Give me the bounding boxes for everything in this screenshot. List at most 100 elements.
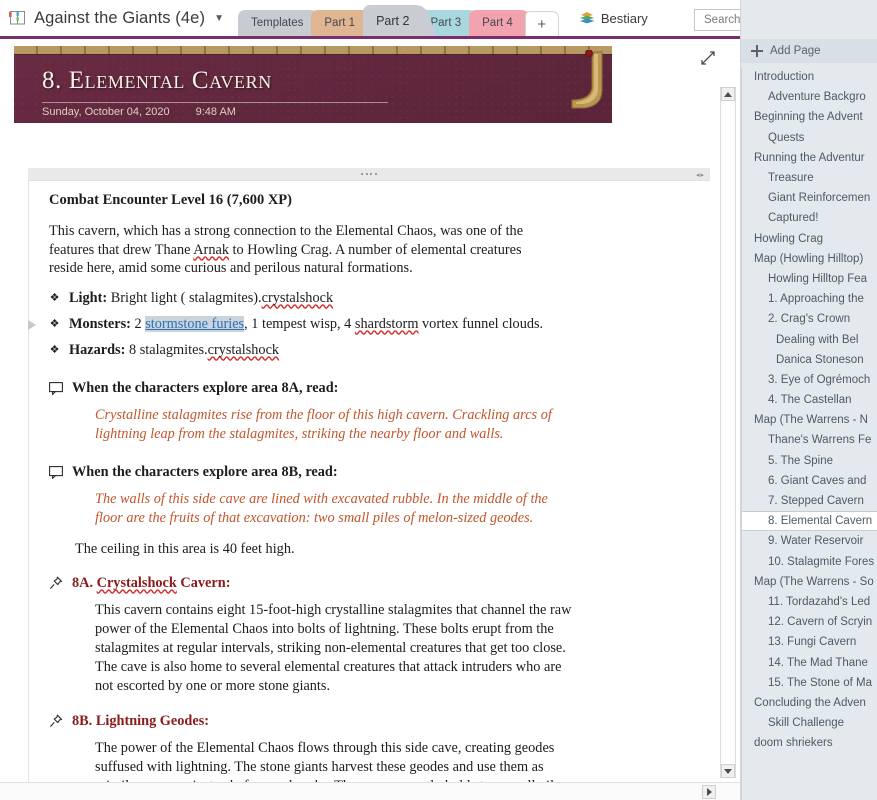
page-timestamp: Sunday, October 04, 2020 9:48 AM xyxy=(42,106,236,118)
bullet-text-c: vortex funnel clouds. xyxy=(418,315,544,332)
section-tab-part-4[interactable]: Part 4 xyxy=(469,10,526,36)
add-page-label: Add Page xyxy=(770,45,821,57)
banner-gold-border xyxy=(14,46,612,55)
grip-dots-icon xyxy=(361,173,377,175)
page-list-item[interactable]: doom shriekers xyxy=(742,733,877,753)
page-list-item[interactable]: Adventure Backgro xyxy=(742,87,877,107)
page-list-item[interactable]: Danica Stoneson xyxy=(742,350,877,370)
gold-hook-ornament-icon xyxy=(564,49,606,116)
page-list-item[interactable]: 11. Tordazahd's Led xyxy=(742,592,877,612)
page-list-item-selected[interactable]: 8. Elemental Cavern xyxy=(742,511,877,532)
scroll-down-button[interactable] xyxy=(721,764,735,778)
page-list-item[interactable]: Map (The Warrens - N xyxy=(742,410,877,430)
diamond-bullet-icon: ❖ xyxy=(49,291,60,304)
section-tab-templates[interactable]: Templates xyxy=(237,10,317,36)
read-aloud-heading-row: When the characters explore area 8A, rea… xyxy=(49,380,710,397)
section-tab-part-2[interactable]: Part 2 xyxy=(363,5,423,36)
page-horizontal-scrollbar[interactable] xyxy=(0,782,740,800)
page-list-item[interactable]: Beginning the Advent xyxy=(742,107,877,127)
page-list-item[interactable]: 15. The Stone of Ma xyxy=(742,673,877,693)
page-list-item[interactable]: Skill Challenge xyxy=(742,713,877,733)
outline-body: Combat Encounter Level 16 (7,600 XP) Thi… xyxy=(28,181,710,800)
page-list-item[interactable]: Map (The Warrens - So xyxy=(742,572,877,592)
outline-resize-arrows-icon[interactable]: ◂▸ xyxy=(696,171,705,179)
read-aloud-body: The walls of this side cave are lined wi… xyxy=(95,490,548,526)
section-tab-label: Part 3 xyxy=(430,17,462,29)
page-list-item[interactable]: 5. The Spine xyxy=(742,451,877,471)
expand-diagonal-icon[interactable] xyxy=(700,50,716,66)
page-list-item[interactable]: 2. Crag's Crown xyxy=(742,309,877,329)
page-list-item[interactable]: Giant Reinforcemen xyxy=(742,188,877,208)
page-list-item[interactable]: 12. Cavern of Scryin xyxy=(742,612,877,632)
bullet-text: Light: Bright light ( stalagmites).cryst… xyxy=(69,289,333,308)
page-title: 8. Elemental Cavern xyxy=(42,67,272,94)
section-tab-label: Part 2 xyxy=(376,13,410,28)
page-list-item-label: Running the Adventur xyxy=(754,151,865,164)
page-list-item[interactable]: 10. Stalagmite Fores xyxy=(742,552,877,572)
collapse-triangle-icon[interactable] xyxy=(28,319,36,330)
page-list-item[interactable]: Captured! xyxy=(742,208,877,228)
plus-icon xyxy=(751,45,763,57)
page-list-item[interactable]: 7. Stepped Cavern xyxy=(742,491,877,511)
page-list: Introduction Adventure Backgro Beginning t… xyxy=(741,67,877,800)
scroll-right-button[interactable] xyxy=(702,785,716,799)
page-list-item-label: doom shriekers xyxy=(754,737,833,750)
misspelled-word: crystalshock xyxy=(261,289,334,306)
pushpin-icon xyxy=(49,576,63,590)
bullet-text-a: 2 xyxy=(130,315,146,332)
bullet-text-a: 8 xyxy=(125,341,140,358)
notebook-selector[interactable]: Against the Giants (4e) ▼ xyxy=(0,0,234,36)
outline-handle[interactable]: ◂▸ xyxy=(28,168,710,181)
page-list-item[interactable]: 6. Giant Caves and xyxy=(742,471,877,491)
page-list-item-label: Giant Reinforcemen xyxy=(768,192,871,205)
page-list-item-label: Map (The Warrens - N xyxy=(754,414,868,427)
bullet-label: Monsters: xyxy=(69,315,131,332)
page-list-item[interactable]: 1. Approaching the xyxy=(742,289,877,309)
page-title-banner: 8. Elemental Cavern Sunday, October 04, … xyxy=(14,46,612,123)
section-group-bestiary[interactable]: Bestiary xyxy=(565,0,660,36)
page-list-item[interactable]: Introduction xyxy=(742,67,877,87)
chevron-down-icon[interactable]: ▼ xyxy=(214,13,224,24)
add-page-button[interactable]: Add Page xyxy=(741,39,877,63)
page-list-item[interactable]: Running the Adventur xyxy=(742,148,877,168)
area-heading-row: 8A. Crystalshock Cavern: xyxy=(49,575,710,592)
page-list-item[interactable]: Concluding the Adven xyxy=(742,693,877,713)
page-list-item[interactable]: Quests xyxy=(742,128,877,148)
banner-divider xyxy=(42,102,388,103)
area-heading-rest: Lightning Geodes: xyxy=(95,712,210,729)
section-tab-label: Templates xyxy=(250,17,304,29)
add-section-button[interactable]: + xyxy=(524,11,559,36)
page-list-item-label: Howling Crag xyxy=(754,232,824,245)
notebook-icon xyxy=(8,10,27,26)
area-heading: 8A. Crystalshock Cavern: xyxy=(72,575,230,592)
page-list-item[interactable]: 9. Water Reservoir xyxy=(742,531,877,551)
page-list-item-label: 13. Fungi Cavern xyxy=(768,636,857,649)
ceiling-note: The ceiling in this area is 40 feet high… xyxy=(75,540,295,557)
page-list-item[interactable]: 4. The Castellan xyxy=(742,390,877,410)
page-list-item[interactable]: Howling Hilltop Fea xyxy=(742,269,877,289)
page-list-item-label: Map (The Warrens - So xyxy=(754,575,874,588)
page-list-item[interactable]: 14. The Mad Thane xyxy=(742,652,877,672)
section-tab-part-1[interactable]: Part 1 xyxy=(311,10,369,36)
misspelled-word: shardstorm xyxy=(354,315,419,332)
page-list-item-label: 14. The Mad Thane xyxy=(768,656,868,669)
scroll-up-button[interactable] xyxy=(721,87,735,101)
onenote-window: Against the Giants (4e) ▼ Templates Part … xyxy=(0,0,877,800)
page-list-item[interactable]: Thane's Warrens Fe xyxy=(742,430,877,450)
page-list-item[interactable]: Map (Howling Hilltop) xyxy=(742,249,877,269)
page-list-item[interactable]: 3. Eye of Ogrémoch xyxy=(742,370,877,390)
page-vertical-scrollbar[interactable] xyxy=(720,87,736,778)
page-list-item[interactable]: Treasure xyxy=(742,168,877,188)
encounter-bullet-item: ❖ Light: Bright light ( stalagmites).crys… xyxy=(49,289,710,308)
page-list-item[interactable]: Howling Crag xyxy=(742,229,877,249)
section-tab-label: Part 4 xyxy=(482,17,513,29)
read-aloud-heading-row: When the characters explore area 8B, rea… xyxy=(49,464,710,481)
encounter-heading: Combat Encounter Level 16 (7,600 XP) xyxy=(49,192,292,208)
page-list-item[interactable]: 13. Fungi Cavern xyxy=(742,632,877,652)
monster-link[interactable]: stormstone furies xyxy=(145,315,245,332)
page-list-item-label: Danica Stoneson xyxy=(776,353,864,366)
content-outline[interactable]: ◂▸ Combat Encounter Level 16 (7,600 XP) … xyxy=(28,168,710,800)
page-list-item-label: 10. Stalagmite Fores xyxy=(768,555,875,568)
page-date: Sunday, October 04, 2020 xyxy=(42,106,170,118)
page-list-item[interactable]: Dealing with Bel xyxy=(742,329,877,349)
